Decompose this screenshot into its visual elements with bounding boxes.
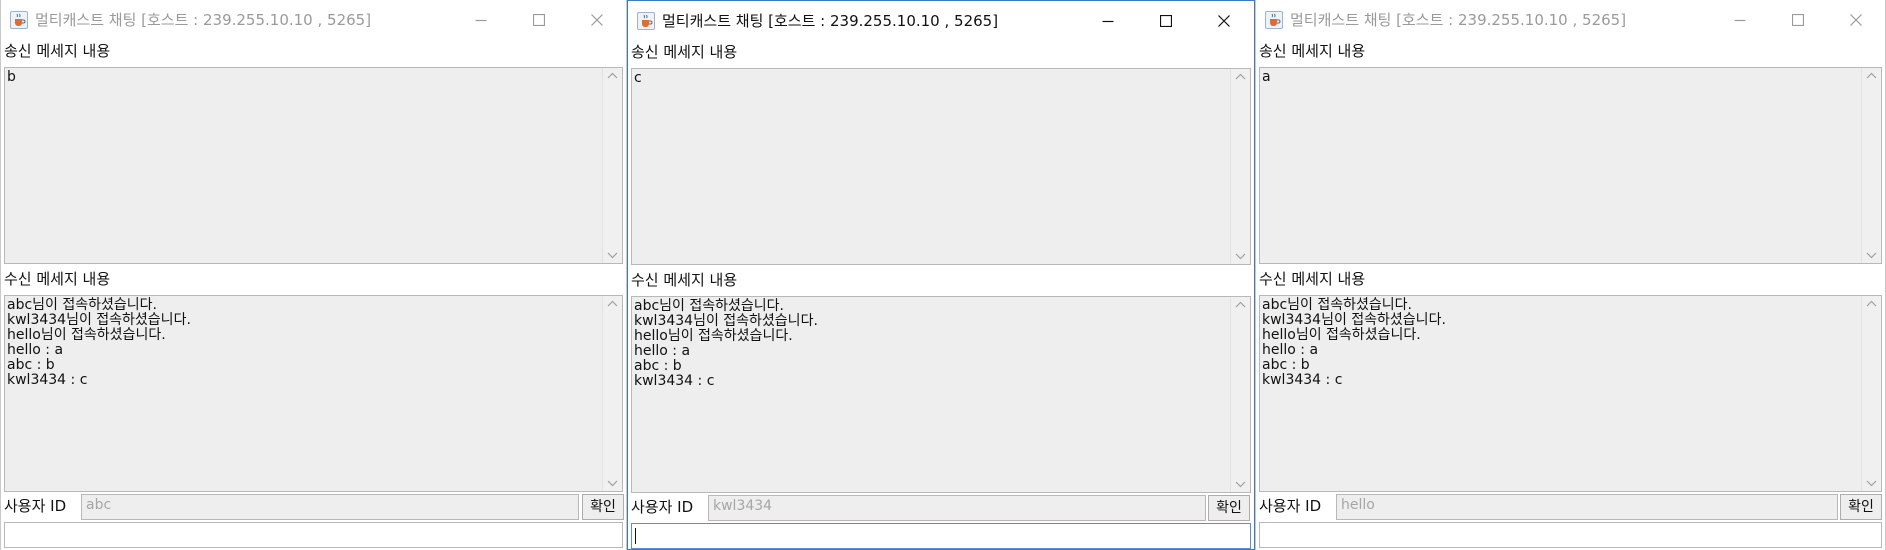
vertical-scrollbar[interactable]: [1230, 297, 1250, 492]
user-id-label: 사용자 ID: [1259, 497, 1322, 515]
user-id-value: kwl3434: [713, 498, 773, 514]
maximize-icon: [1160, 15, 1172, 27]
close-icon: [1218, 15, 1230, 27]
title-bar[interactable]: 멀티캐스트 채팅 [호스트 : 239.255.10.10 , 5265]: [1, 0, 626, 40]
receive-message-label: 수신 메세지 내용: [4, 270, 111, 288]
java-cup-icon: [637, 12, 655, 30]
user-id-label: 사용자 ID: [4, 497, 67, 515]
close-button[interactable]: [1195, 1, 1253, 41]
send-message-text: b: [7, 69, 16, 85]
receive-message-text: abc님이 접속하셨습니다. kwl3434님이 접속하셨습니다. hello님…: [634, 298, 818, 389]
maximize-button[interactable]: [1137, 1, 1195, 41]
scroll-down-arrow-icon[interactable]: [1866, 479, 1877, 487]
desktop: 멀티캐스트 채팅 [호스트 : 239.255.10.10 , 5265] 송신…: [0, 0, 1886, 550]
vertical-scrollbar[interactable]: [1861, 68, 1881, 263]
minimize-button[interactable]: [452, 0, 510, 40]
minimize-button[interactable]: [1079, 1, 1137, 41]
close-icon: [1850, 14, 1862, 26]
maximize-icon: [533, 14, 545, 26]
scroll-up-arrow-icon[interactable]: [1866, 300, 1877, 308]
send-message-textarea[interactable]: a: [1259, 67, 1882, 264]
scroll-down-arrow-icon[interactable]: [1235, 480, 1246, 488]
send-message-label: 송신 메세지 내용: [4, 42, 111, 60]
minimize-icon: [1734, 19, 1746, 22]
message-input[interactable]: [631, 523, 1251, 549]
user-id-label: 사용자 ID: [631, 498, 694, 516]
user-id-field[interactable]: abc: [81, 494, 579, 520]
receive-message-text: abc님이 접속하셨습니다. kwl3434님이 접속하셨습니다. hello님…: [7, 297, 191, 388]
receive-message-label: 수신 메세지 내용: [1259, 270, 1366, 288]
user-id-value: abc: [86, 497, 112, 513]
send-message-label: 송신 메세지 내용: [1259, 42, 1366, 60]
scroll-down-arrow-icon[interactable]: [1235, 252, 1246, 260]
vertical-scrollbar[interactable]: [602, 296, 622, 491]
vertical-scrollbar[interactable]: [1230, 69, 1250, 264]
send-message-textarea[interactable]: c: [631, 68, 1251, 265]
scroll-up-arrow-icon[interactable]: [607, 72, 618, 80]
close-button[interactable]: [568, 0, 626, 40]
confirm-button[interactable]: 확인: [1208, 495, 1250, 521]
java-cup-icon: [1265, 11, 1283, 29]
send-message-text: a: [1262, 69, 1271, 85]
chat-window-2[interactable]: 멀티캐스트 채팅 [호스트 : 239.255.10.10 , 5265] 송신…: [627, 0, 1255, 550]
maximize-icon: [1792, 14, 1804, 26]
send-message-textarea[interactable]: b: [4, 67, 623, 264]
scroll-down-arrow-icon[interactable]: [1866, 251, 1877, 259]
minimize-button[interactable]: [1711, 0, 1769, 40]
close-icon: [591, 14, 603, 26]
window-title: 멀티캐스트 채팅 [호스트 : 239.255.10.10 , 5265]: [35, 11, 372, 29]
window-title: 멀티캐스트 채팅 [호스트 : 239.255.10.10 , 5265]: [662, 12, 999, 30]
user-id-field[interactable]: hello: [1336, 494, 1838, 520]
confirm-button[interactable]: 확인: [582, 494, 624, 520]
text-caret: [635, 528, 636, 544]
receive-message-label: 수신 메세지 내용: [631, 271, 738, 289]
maximize-button[interactable]: [1769, 0, 1827, 40]
receive-message-textarea[interactable]: abc님이 접속하셨습니다. kwl3434님이 접속하셨습니다. hello님…: [1259, 295, 1882, 492]
chat-window-1[interactable]: 멀티캐스트 채팅 [호스트 : 239.255.10.10 , 5265] 송신…: [0, 0, 627, 550]
receive-message-textarea[interactable]: abc님이 접속하셨습니다. kwl3434님이 접속하셨습니다. hello님…: [4, 295, 623, 492]
maximize-button[interactable]: [510, 0, 568, 40]
scroll-down-arrow-icon[interactable]: [607, 251, 618, 259]
vertical-scrollbar[interactable]: [1861, 296, 1881, 491]
minimize-icon: [475, 19, 487, 22]
message-input[interactable]: [4, 522, 623, 548]
receive-message-text: abc님이 접속하셨습니다. kwl3434님이 접속하셨습니다. hello님…: [1262, 297, 1446, 388]
send-message-label: 송신 메세지 내용: [631, 43, 738, 61]
scroll-down-arrow-icon[interactable]: [607, 479, 618, 487]
scroll-up-arrow-icon[interactable]: [1235, 301, 1246, 309]
scroll-up-arrow-icon[interactable]: [1866, 72, 1877, 80]
java-cup-icon: [10, 11, 28, 29]
window-title: 멀티캐스트 채팅 [호스트 : 239.255.10.10 , 5265]: [1290, 11, 1627, 29]
confirm-button[interactable]: 확인: [1840, 494, 1882, 520]
minimize-icon: [1102, 20, 1114, 23]
message-input[interactable]: [1259, 522, 1882, 548]
user-id-field[interactable]: kwl3434: [708, 495, 1206, 521]
user-id-value: hello: [1341, 497, 1375, 513]
title-bar[interactable]: 멀티캐스트 채팅 [호스트 : 239.255.10.10 , 5265]: [628, 1, 1254, 41]
vertical-scrollbar[interactable]: [602, 68, 622, 263]
scroll-up-arrow-icon[interactable]: [607, 300, 618, 308]
send-message-text: c: [634, 70, 642, 86]
receive-message-textarea[interactable]: abc님이 접속하셨습니다. kwl3434님이 접속하셨습니다. hello님…: [631, 296, 1251, 493]
title-bar[interactable]: 멀티캐스트 채팅 [호스트 : 239.255.10.10 , 5265]: [1256, 0, 1885, 40]
close-button[interactable]: [1827, 0, 1885, 40]
chat-window-3[interactable]: 멀티캐스트 채팅 [호스트 : 239.255.10.10 , 5265] 송신…: [1255, 0, 1886, 550]
scroll-up-arrow-icon[interactable]: [1235, 73, 1246, 81]
